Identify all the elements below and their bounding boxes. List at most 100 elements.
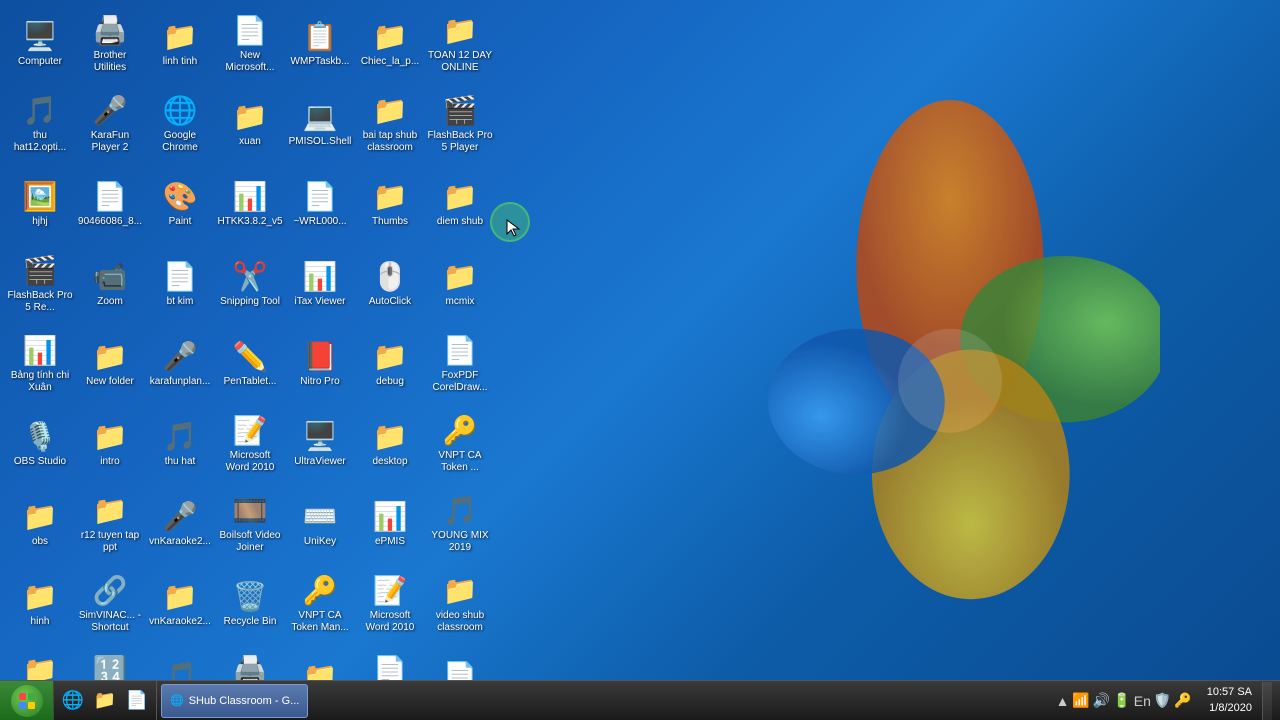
start-button[interactable] <box>0 681 54 720</box>
taskbar-items: 🌐 SHub Classroom - G... <box>157 681 1043 720</box>
desktop-icon-new-microsoft[interactable]: 📄 New Microsoft... <box>215 5 285 83</box>
icon-label-nitro: Nitro Pro <box>300 376 339 388</box>
desktop-icon-90466086[interactable]: 📄 90466086_8... <box>75 165 145 243</box>
desktop-icon-vnpt-ca-token-man[interactable]: 🔑 VNPT CA Token Man... <box>285 565 355 643</box>
icon-label-foxpdf: FoxPDF CorelDraw... <box>427 370 493 394</box>
icon-image-autoclick: 🖱️ <box>374 261 406 293</box>
desktop-icon-young-mix[interactable]: 🎵 YOUNG MIX 2019 <box>425 485 495 563</box>
systray-security[interactable]: 🛡️ <box>1154 692 1171 709</box>
desktop-icon-zoom[interactable]: 📹 Zoom <box>75 245 145 323</box>
icon-label-hjhj: hjhj <box>32 216 48 228</box>
desktop-icon-thu-hat[interactable]: 🎵 thu hat <box>145 405 215 483</box>
icon-image-toan12: 📁 <box>444 15 476 47</box>
desktop-icon-vnpt-ca-token[interactable]: 🔑 VNPT CA Token ... <box>425 405 495 483</box>
desktop-icon-epmis[interactable]: 📊 ePMIS <box>355 485 425 563</box>
systray-icons: ▲ 📶 🔊 🔋 En 🛡️ 🔑 <box>1051 692 1197 709</box>
quick-folder[interactable]: 📁 <box>90 686 120 716</box>
quick-pdf[interactable]: 📄 <box>122 686 152 716</box>
icon-image-wrl000: 📄 <box>304 181 336 213</box>
icon-label-new-folder: New folder <box>86 376 134 388</box>
desktop-icon-ultraviwer[interactable]: 🖥️ UltraViewer <box>285 405 355 483</box>
show-desktop-button[interactable] <box>1262 682 1272 720</box>
systray-network[interactable]: 📶 <box>1072 692 1089 709</box>
clock[interactable]: 10:57 SA 1/8/2020 <box>1201 685 1258 716</box>
icon-image-xuan: 📁 <box>234 101 266 133</box>
icon-image-bt-kim: 📄 <box>164 261 196 293</box>
desktop-icon-diem-shub[interactable]: 📁 diem shub <box>425 165 495 243</box>
desktop-icon-bt-kim[interactable]: 📄 bt kim <box>145 245 215 323</box>
icon-label-simvinac-shortcut: SimVINAC... - Shortcut <box>77 610 143 634</box>
icon-image-thu-hat: 🎵 <box>164 421 196 453</box>
icon-image-debug: 📁 <box>374 341 406 373</box>
taskbar: 🌐 📁 📄 🌐 SHub Classroom - G... ▲ 📶 🔊 🔋 En… <box>0 680 1280 720</box>
icon-label-toan12: TOAN 12 DAY ONLINE <box>427 50 493 74</box>
desktop-icon-bang-tinh-chi-xuan[interactable]: 📊 Bảng tính chi Xuân <box>5 325 75 403</box>
desktop-icon-mcmix[interactable]: 📁 mcmix <box>425 245 495 323</box>
icon-label-wrl000: ~WRL000... <box>293 216 346 228</box>
desktop-icon-brother-utilities[interactable]: 🖨️ Brother Utilities <box>75 5 145 83</box>
desktop-icon-intro[interactable]: 📁 intro <box>75 405 145 483</box>
desktop-icon-r12-tuyen-tap[interactable]: 📁 r12 tuyen tap ppt <box>75 485 145 563</box>
desktop-icon-simvinac-shortcut[interactable]: 🔗 SimVINAC... - Shortcut <box>75 565 145 643</box>
taskbar-item-label: SHub Classroom - G... <box>189 695 300 707</box>
desktop-icon-boilsoft[interactable]: 🎞️ Boilsoft Video Joiner <box>215 485 285 563</box>
desktop-icon-vnkaraoke2b[interactable]: 📁 vnKaraoke2... <box>145 565 215 643</box>
desktop-icon-new-folder[interactable]: 📁 New folder <box>75 325 145 403</box>
desktop-icon-htkk[interactable]: 📊 HTKK3.8.2_v5 <box>215 165 285 243</box>
desktop-icon-microsoft-word[interactable]: 📝 Microsoft Word 2010 <box>215 405 285 483</box>
systray-arrow[interactable]: ▲ <box>1056 693 1070 709</box>
desktop-icon-wrl000[interactable]: 📄 ~WRL000... <box>285 165 355 243</box>
desktop-icon-autoclick[interactable]: 🖱️ AutoClick <box>355 245 425 323</box>
desktop-icon-karafun2[interactable]: 🎤 KaraFun Player 2 <box>75 85 145 163</box>
desktop-icon-thu-hat12-opt[interactable]: 🎵 thu hat12.opti... <box>5 85 75 163</box>
desktop-icon-ms-word2010[interactable]: 📝 Microsoft Word 2010 <box>355 565 425 643</box>
desktop-icon-pentablet[interactable]: ✏️ PenTablet... <box>215 325 285 403</box>
icon-image-flashback-re: 🎬 <box>24 255 56 287</box>
icon-image-vnpt-ca-token-man: 🔑 <box>304 575 336 607</box>
desktop-icon-obs2[interactable]: 📁 obs <box>5 485 75 563</box>
desktop-icon-itax[interactable]: 📊 iTax Viewer <box>285 245 355 323</box>
desktop-icon-flashback-re[interactable]: 🎬 FlashBack Pro 5 Re... <box>5 245 75 323</box>
desktop-icon-karafunplan[interactable]: 🎤 karafunplan... <box>145 325 215 403</box>
icon-label-pmisol: PMISOL.Shell <box>289 136 352 148</box>
desktop-icon-foxpdf[interactable]: 📄 FoxPDF CorelDraw... <box>425 325 495 403</box>
icon-image-epmis: 📊 <box>374 501 406 533</box>
icon-image-paint: 🎨 <box>164 181 196 213</box>
desktop-icon-wmp-taskbar[interactable]: 📋 WMPTaskb... <box>285 5 355 83</box>
desktop-icon-debug[interactable]: 📁 debug <box>355 325 425 403</box>
taskbar-item-icon: 🌐 <box>170 694 184 707</box>
desktop-icon-linh-tinh[interactable]: 📁 linh tinh <box>145 5 215 83</box>
desktop-icon-vnkaraoke2[interactable]: 🎤 vnKaraoke2... <box>145 485 215 563</box>
desktop-icon-hjhj[interactable]: 🖼️ hjhj <box>5 165 75 243</box>
quick-ie[interactable]: 🌐 <box>58 686 88 716</box>
desktop-icon-desktop-icon[interactable]: 📁 desktop <box>355 405 425 483</box>
desktop-icon-chiec-la[interactable]: 📁 Chiec_la_p... <box>355 5 425 83</box>
desktop-icon-bai-tap[interactable]: 📁 bai tap shub classroom <box>355 85 425 163</box>
icon-image-90466086: 📄 <box>94 181 126 213</box>
desktop-icon-nitro[interactable]: 📕 Nitro Pro <box>285 325 355 403</box>
icon-label-unikey: UniKey <box>304 536 336 548</box>
desktop-icon-video-shub[interactable]: 📁 video shub classroom <box>425 565 495 643</box>
systray-volume[interactable]: 🔊 <box>1093 692 1110 709</box>
desktop-icon-paint[interactable]: 🎨 Paint <box>145 165 215 243</box>
desktop-icon-recycle[interactable]: 🗑️ Recycle Bin <box>215 565 285 643</box>
desktop-icon-google-chrome[interactable]: 🌐 Google Chrome <box>145 85 215 163</box>
icon-label-google-chrome: Google Chrome <box>147 130 213 154</box>
taskbar-item-shub[interactable]: 🌐 SHub Classroom - G... <box>161 684 308 718</box>
desktop-icon-unikey[interactable]: ⌨️ UniKey <box>285 485 355 563</box>
desktop-icon-obs[interactable]: 🎙️ OBS Studio <box>5 405 75 483</box>
desktop-icon-computer[interactable]: 🖥️ Computer <box>5 5 75 83</box>
icon-label-bt-kim: bt kim <box>167 296 194 308</box>
icon-label-wmp-taskbar: WMPTaskb... <box>291 56 350 68</box>
desktop-icon-flashback5[interactable]: 🎬 FlashBack Pro 5 Player <box>425 85 495 163</box>
desktop-icon-snipping[interactable]: ✂️ Snipping Tool <box>215 245 285 323</box>
desktop-icon-xuan[interactable]: 📁 xuan <box>215 85 285 163</box>
desktop-icon-hinh[interactable]: 📁 hinh <box>5 565 75 643</box>
systray-vnpt[interactable]: 🔑 <box>1174 692 1191 709</box>
desktop-icon-thumbs[interactable]: 📁 Thumbs <box>355 165 425 243</box>
systray-input[interactable]: En <box>1134 693 1151 709</box>
desktop-icon-pmisol[interactable]: 💻 PMISOL.Shell <box>285 85 355 163</box>
desktop-icon-toan12[interactable]: 📁 TOAN 12 DAY ONLINE <box>425 5 495 83</box>
icon-label-microsoft-word: Microsoft Word 2010 <box>217 450 283 474</box>
icon-label-vnpt-ca-token: VNPT CA Token ... <box>427 450 493 474</box>
